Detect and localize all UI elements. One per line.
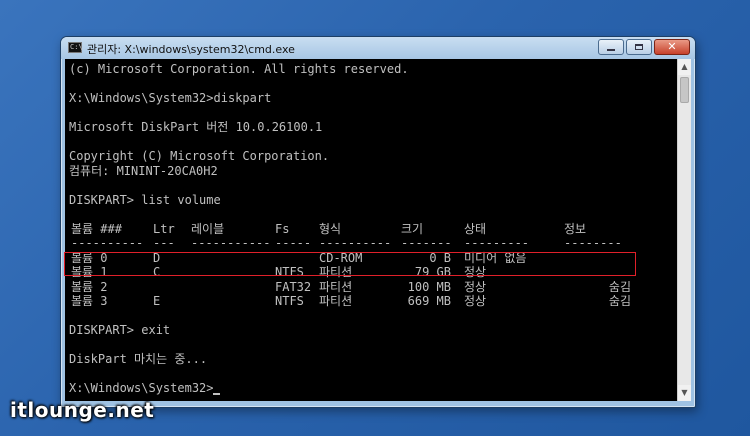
scroll-down-arrow-icon[interactable]: ▼ (678, 385, 691, 401)
table-cell: 레이블 (191, 221, 225, 236)
console-output[interactable]: (c) Microsoft Corporation. All rights re… (65, 59, 677, 401)
text-cursor (213, 393, 221, 395)
cmd-icon[interactable]: C:\ (68, 42, 83, 53)
table-cell: ----------- (191, 236, 271, 250)
table-cell: ---------- (71, 236, 144, 250)
table-cell: 669 MB (407, 294, 451, 308)
table-cell: 형식 (319, 221, 342, 236)
vertical-scrollbar[interactable]: ▲ ▼ (677, 59, 691, 401)
table-cell: NTFS (275, 294, 304, 308)
table-cell: ------- (401, 236, 452, 250)
site-watermark: itlounge.net (10, 398, 155, 422)
console-line: DISKPART> exit (69, 323, 171, 337)
table-cell: 숨김 (608, 294, 631, 308)
table-cell: -------- (564, 236, 622, 250)
console-line: DISKPART> list volume (69, 192, 221, 207)
console-line: Microsoft DiskPart 버전 10.0.26100.1 (69, 120, 323, 134)
table-cell: --------- (464, 236, 530, 250)
table-cell: 100 MB (407, 279, 451, 294)
scroll-up-arrow-icon[interactable]: ▲ (678, 59, 691, 75)
maximize-icon (635, 44, 643, 50)
console-line: (c) Microsoft Corporation. All rights re… (69, 62, 409, 76)
scroll-thumb[interactable] (680, 77, 689, 103)
console-line: Copyright (C) Microsoft Corporation. (69, 149, 330, 163)
table-cell: E (153, 294, 161, 308)
table-cell: 크기 (401, 221, 424, 236)
table-cell: 숨김 (608, 279, 631, 294)
table-cell: 파티션 (319, 294, 353, 308)
table-cell: 정상 (464, 279, 487, 294)
table-cell: --- (153, 236, 175, 250)
table-cell: FAT32 (275, 279, 312, 294)
close-icon: ✕ (667, 40, 677, 53)
console-line: 컴퓨터: MININT-20CA0H2 (69, 163, 218, 178)
table-cell: Fs (275, 221, 290, 236)
console-line: X:\Windows\System32> (69, 381, 214, 395)
title-bar[interactable]: C:\ 관리자: X:\windows\system32\cmd.exe ✕ (61, 37, 695, 59)
table-cell: ---------- (319, 236, 392, 250)
table-cell: 정보 (564, 221, 587, 236)
table-cell: 볼륨 ### (71, 221, 122, 236)
maximize-button[interactable] (626, 39, 652, 55)
table-cell: 볼륨 2 (71, 279, 108, 294)
table-cell: 정상 (464, 294, 487, 308)
console-line: DiskPart 마치는 중... (69, 352, 208, 366)
table-cell: 파티션 (319, 279, 353, 294)
close-button[interactable]: ✕ (654, 39, 690, 55)
table-cell: 볼륨 3 (71, 294, 108, 308)
highlight-box-volume-1 (64, 252, 636, 276)
table-cell: 상태 (464, 221, 487, 236)
cmd-window[interactable]: C:\ 관리자: X:\windows\system32\cmd.exe ✕ (… (60, 36, 696, 408)
table-cell: ----- (275, 236, 312, 250)
minimize-icon (607, 49, 615, 51)
minimize-button[interactable] (598, 39, 624, 55)
table-cell: Ltr (153, 221, 175, 236)
console-line: X:\Windows\System32>diskpart (69, 91, 272, 105)
window-title: 관리자: X:\windows\system32\cmd.exe (87, 43, 295, 56)
